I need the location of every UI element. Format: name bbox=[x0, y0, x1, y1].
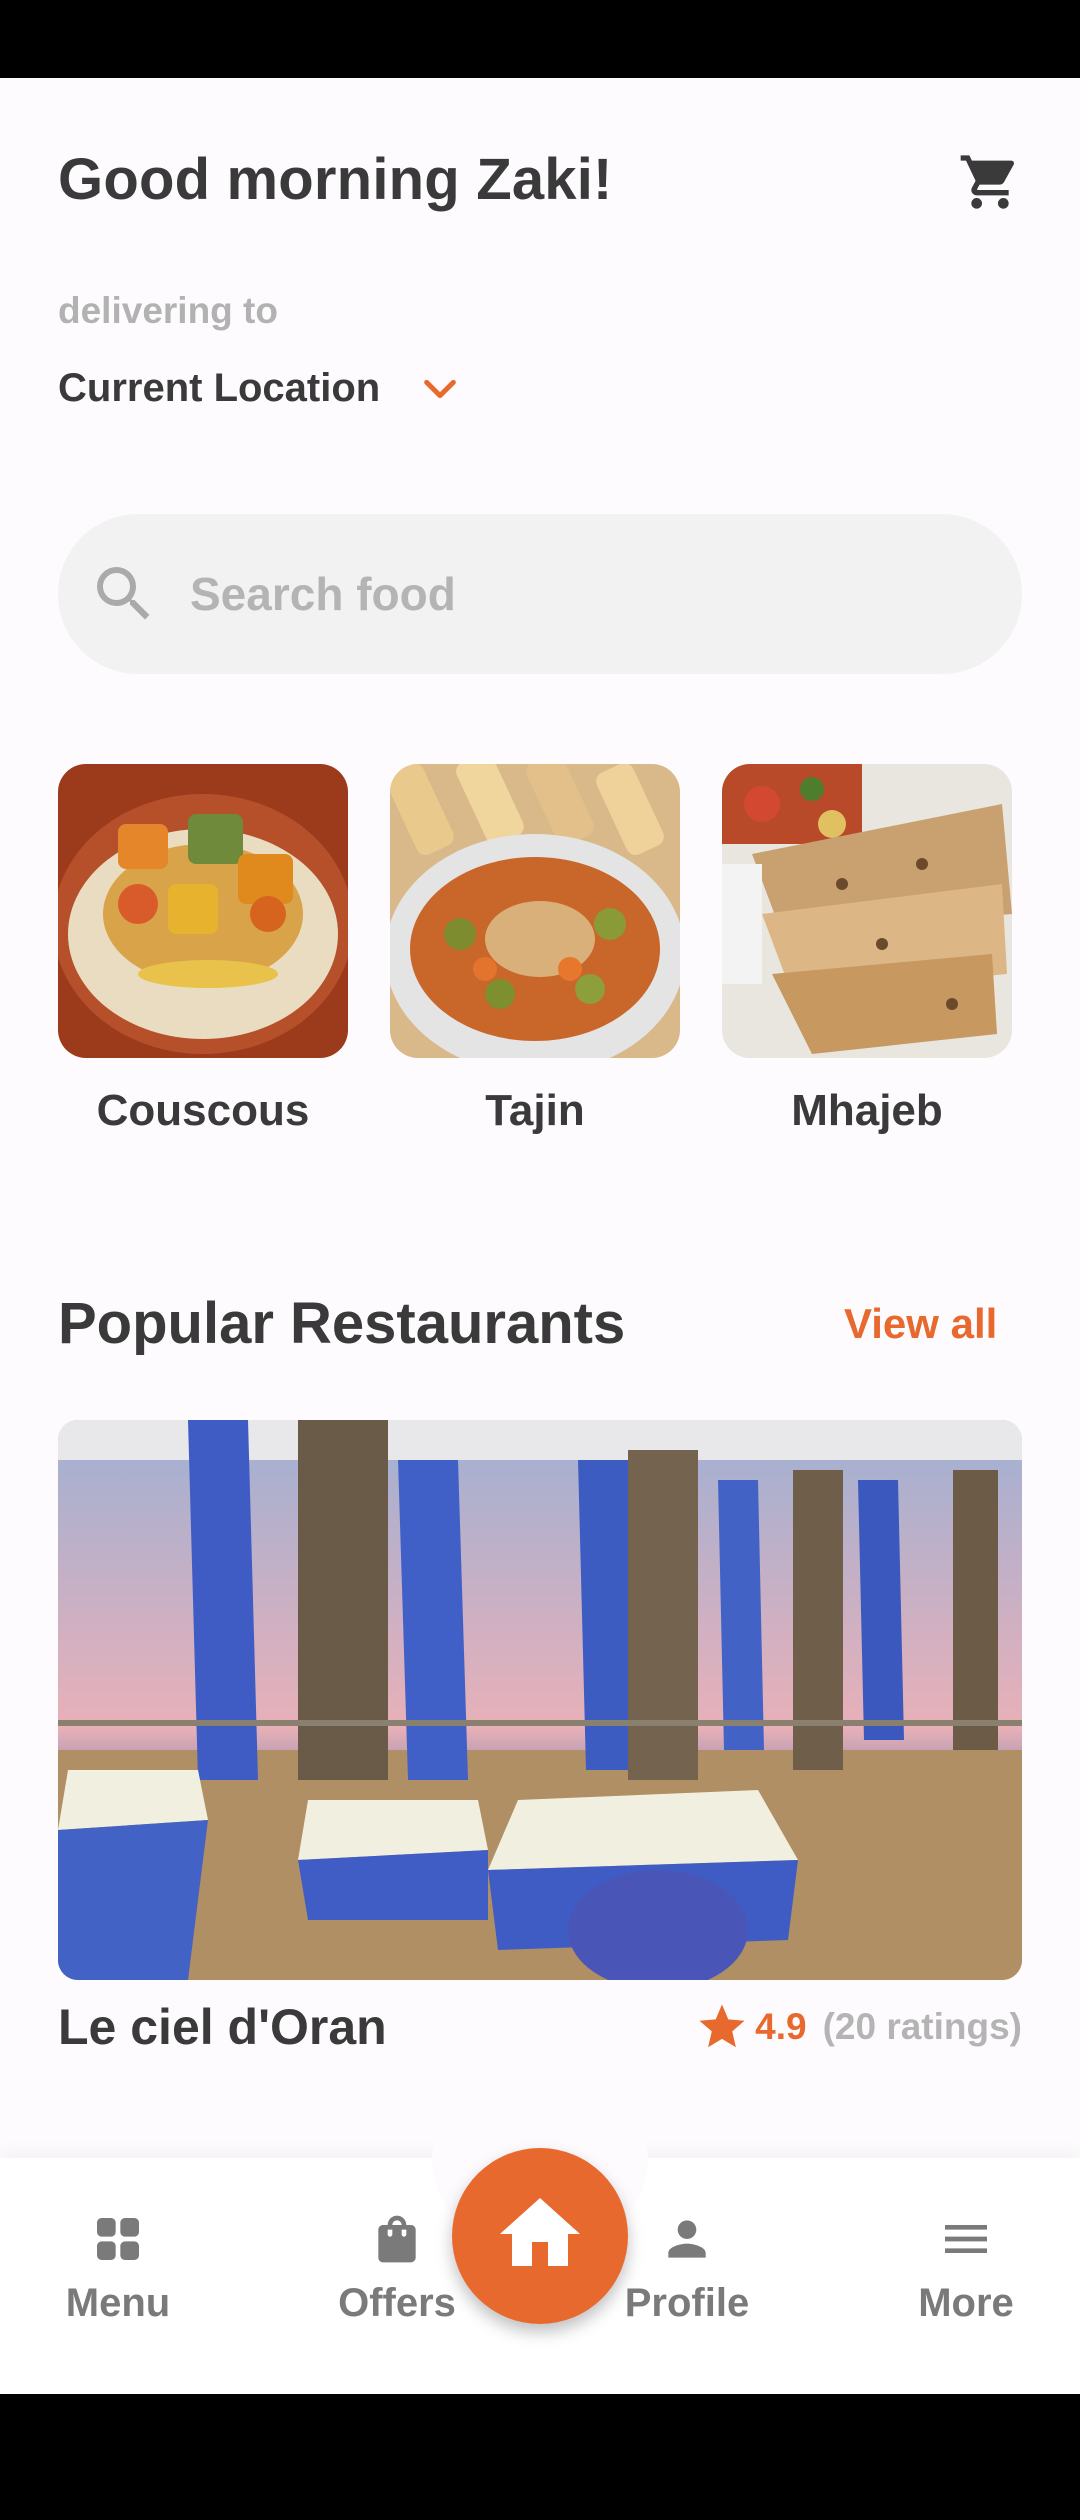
couscous-image[interactable] bbox=[58, 764, 348, 1058]
person-icon bbox=[659, 2211, 715, 2267]
category-tajin[interactable]: Tajin bbox=[390, 764, 680, 1136]
tajin-image[interactable] bbox=[390, 764, 680, 1058]
category-list: Couscous Tajin Mhajeb bbox=[58, 764, 1012, 1136]
delivering-label: delivering to bbox=[58, 290, 278, 331]
nav-item-more[interactable]: More bbox=[866, 2211, 1066, 2326]
restaurant-image[interactable] bbox=[58, 1420, 1022, 1980]
nav-label: Offers bbox=[338, 2281, 456, 2325]
chevron-down-icon[interactable] bbox=[420, 369, 460, 409]
nav-label: Menu bbox=[65, 2281, 171, 2325]
location-text: Current Location bbox=[58, 366, 381, 410]
search-input[interactable] bbox=[190, 567, 950, 621]
star-icon bbox=[695, 2000, 749, 2054]
greeting-title: Good morning Zaki! bbox=[58, 147, 613, 212]
popular-restaurants-title: Popular Restaurants bbox=[58, 1291, 626, 1356]
category-label: Tajin bbox=[485, 1086, 585, 1135]
nav-item-menu[interactable]: Menu bbox=[18, 2211, 218, 2326]
nav-label: More bbox=[918, 2281, 1014, 2325]
cart-icon[interactable] bbox=[958, 150, 1022, 214]
category-mhajeb[interactable]: Mhajeb bbox=[722, 764, 1012, 1136]
restaurant-name[interactable]: Le ciel d'Oran bbox=[58, 1998, 387, 2056]
hamburger-menu-icon bbox=[938, 2211, 994, 2267]
home-screen: Good morning Zaki! delivering to Current… bbox=[0, 78, 1080, 2394]
restaurant-rating: 4.9 (20 ratings) bbox=[695, 2000, 1022, 2054]
grid-icon bbox=[90, 2211, 146, 2267]
location-selector[interactable]: Current Location bbox=[58, 366, 460, 411]
shopping-bag-icon bbox=[369, 2211, 425, 2267]
category-couscous[interactable]: Couscous bbox=[58, 764, 348, 1136]
search-icon bbox=[88, 558, 160, 630]
status-bar bbox=[0, 0, 1080, 78]
category-label: Mhajeb bbox=[791, 1086, 943, 1135]
search-bar[interactable] bbox=[58, 514, 1022, 674]
mhajeb-image[interactable] bbox=[722, 764, 1012, 1058]
view-all-link[interactable]: View all bbox=[844, 1300, 997, 1348]
ratings-count: (20 ratings) bbox=[822, 2006, 1022, 2047]
home-button[interactable] bbox=[452, 2148, 628, 2324]
category-label: Couscous bbox=[96, 1086, 310, 1135]
system-navigation-bar bbox=[0, 2394, 1080, 2520]
home-icon bbox=[492, 2186, 588, 2287]
nav-label: Profile bbox=[624, 2281, 750, 2325]
rating-value: 4.9 bbox=[755, 2006, 807, 2047]
